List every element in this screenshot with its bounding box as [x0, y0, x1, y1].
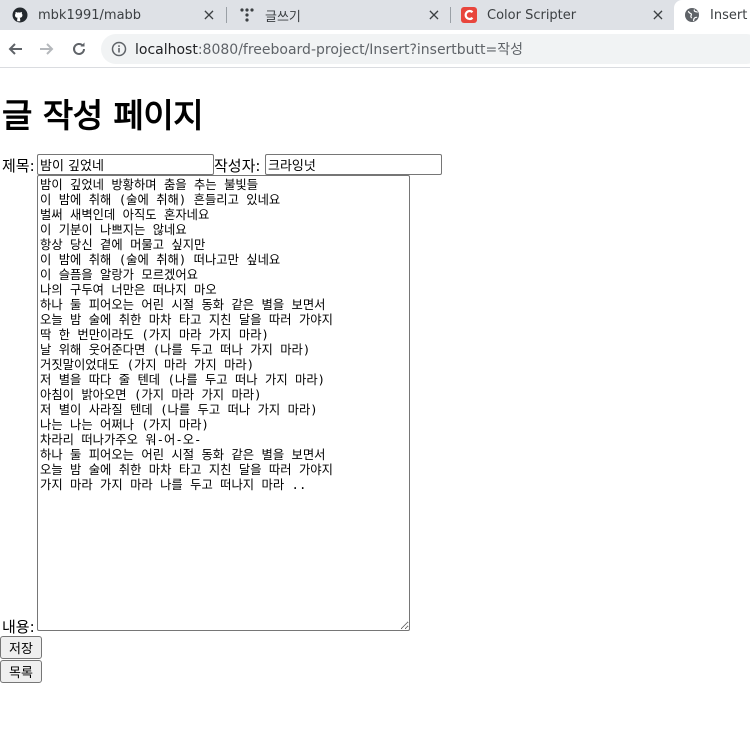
page-title: 글 작성 페이지	[2, 96, 204, 135]
list-button[interactable]: 목록	[0, 660, 42, 683]
tab-insert[interactable]: Insert ti	[674, 0, 750, 30]
close-tab-icon[interactable]: ×	[201, 7, 217, 23]
tab-strip: mbk1991/mabb × 글쓰기 × Color Scripter × In…	[0, 0, 750, 30]
reload-icon	[73, 42, 85, 55]
url-path: :8080/freeboard-project/Insert?insertbut…	[197, 42, 524, 58]
forward-arrow-icon	[40, 43, 54, 55]
url-text: localhost:8080/freeboard-project/Insert?…	[135, 39, 523, 59]
save-button[interactable]: 저장	[0, 636, 42, 659]
tab-title: Color Scripter	[487, 7, 577, 23]
color-scripter-icon	[461, 7, 477, 23]
forward-button[interactable]	[35, 37, 59, 61]
tab-title: mbk1991/mabb	[38, 7, 142, 23]
tab-write[interactable]: 글쓰기 ×	[227, 0, 450, 30]
globe-icon	[684, 7, 700, 23]
dots-icon	[239, 7, 255, 23]
tab-title: 글쓰기	[265, 9, 301, 25]
browser-toolbar: localhost:8080/freeboard-project/Insert?…	[0, 30, 750, 68]
writer-input[interactable]	[265, 154, 442, 175]
url-host: localhost	[135, 42, 198, 58]
tab-title: Insert ti	[710, 7, 750, 23]
back-arrow-icon	[8, 43, 22, 55]
title-label: 제목:	[2, 157, 35, 175]
tab-color-scripter[interactable]: Color Scripter ×	[451, 0, 674, 30]
github-icon	[12, 7, 28, 23]
reload-button[interactable]	[67, 37, 91, 61]
writer-label: 작성자:	[214, 157, 261, 175]
close-tab-icon[interactable]: ×	[426, 7, 442, 23]
title-input[interactable]	[37, 154, 214, 175]
address-bar[interactable]: localhost:8080/freeboard-project/Insert?…	[101, 34, 750, 64]
content-textarea[interactable]	[37, 175, 410, 631]
info-icon[interactable]	[111, 41, 127, 57]
tab-github[interactable]: mbk1991/mabb ×	[0, 0, 225, 30]
close-tab-icon[interactable]: ×	[650, 7, 666, 23]
content-label: 내용:	[2, 618, 35, 636]
back-button[interactable]	[3, 37, 27, 61]
